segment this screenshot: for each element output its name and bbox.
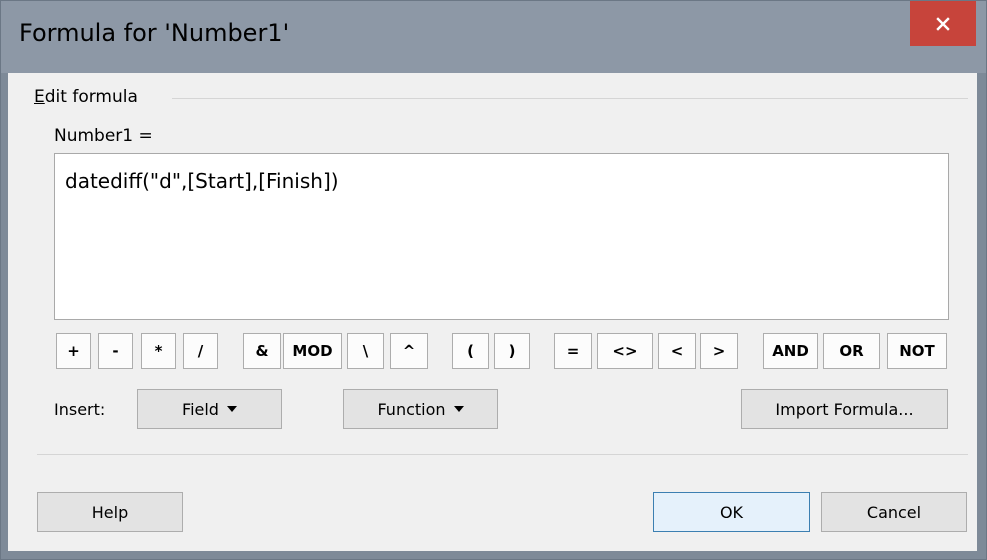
close-button[interactable] [910,1,976,46]
operator-and-button[interactable]: AND [763,333,818,369]
formula-textbox[interactable]: datediff("d",[Start],[Finish]) [54,153,949,320]
insert-field-dropdown[interactable]: Field [137,389,282,429]
operator-minus-button[interactable]: - [98,333,133,369]
operator-close-paren-button[interactable]: ) [494,333,530,369]
window-title: Formula for 'Number1' [19,19,290,47]
footer-divider [37,454,968,455]
chevron-down-icon [226,406,237,412]
insert-function-dropdown[interactable]: Function [343,389,498,429]
operator-int-divide-button[interactable]: \ [347,333,384,369]
operator-multiply-button[interactable]: * [141,333,176,369]
operator-concat-button[interactable]: & [243,333,281,369]
edit-formula-group-label: Edit formula [34,87,138,107]
group-divider [172,98,968,99]
operator-less-than-button[interactable]: < [658,333,696,369]
operator-not-equal-button[interactable]: <> [597,333,653,369]
help-button[interactable]: Help [37,492,183,532]
formula-text: datediff("d",[Start],[Finish]) [65,169,339,193]
cancel-button[interactable]: Cancel [821,492,967,532]
close-icon [936,16,950,31]
chevron-down-icon [453,406,464,412]
operator-mod-button[interactable]: MOD [283,333,342,369]
operator-divide-button[interactable]: / [183,333,218,369]
import-formula-button[interactable]: Import Formula... [741,389,948,429]
operator-not-button[interactable]: NOT [887,333,947,369]
operator-plus-button[interactable]: + [56,333,91,369]
operator-greater-than-button[interactable]: > [700,333,738,369]
operator-equals-button[interactable]: = [554,333,592,369]
title-bar: Formula for 'Number1' [1,1,986,73]
operator-power-button[interactable]: ^ [390,333,428,369]
ok-button[interactable]: OK [653,492,810,532]
insert-label: Insert: [54,400,106,419]
formula-field-label: Number1 = [54,126,153,146]
operator-open-paren-button[interactable]: ( [452,333,489,369]
operator-or-button[interactable]: OR [823,333,880,369]
